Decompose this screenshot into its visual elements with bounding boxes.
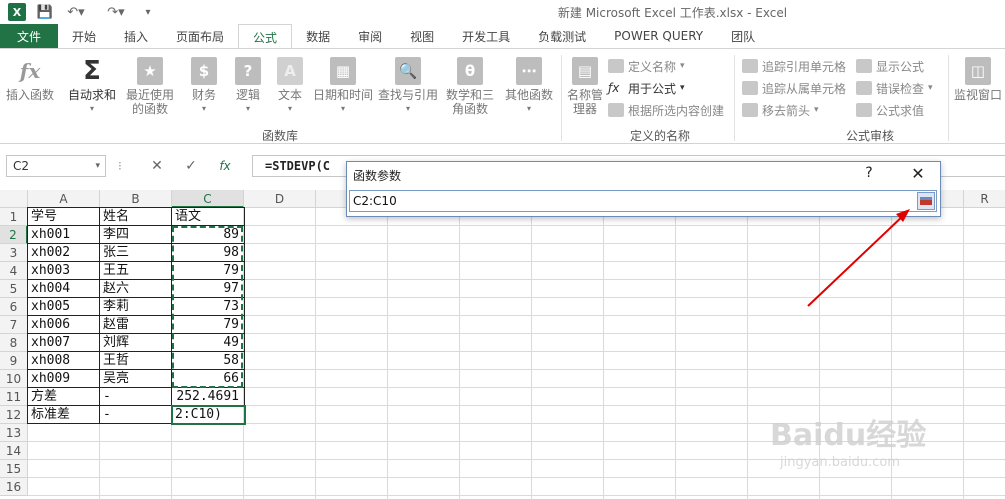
watermark-logo: Baidu经验 (770, 418, 927, 453)
arrow-line (807, 213, 906, 307)
watermark-url: jingyan.baidu.com (780, 455, 900, 470)
